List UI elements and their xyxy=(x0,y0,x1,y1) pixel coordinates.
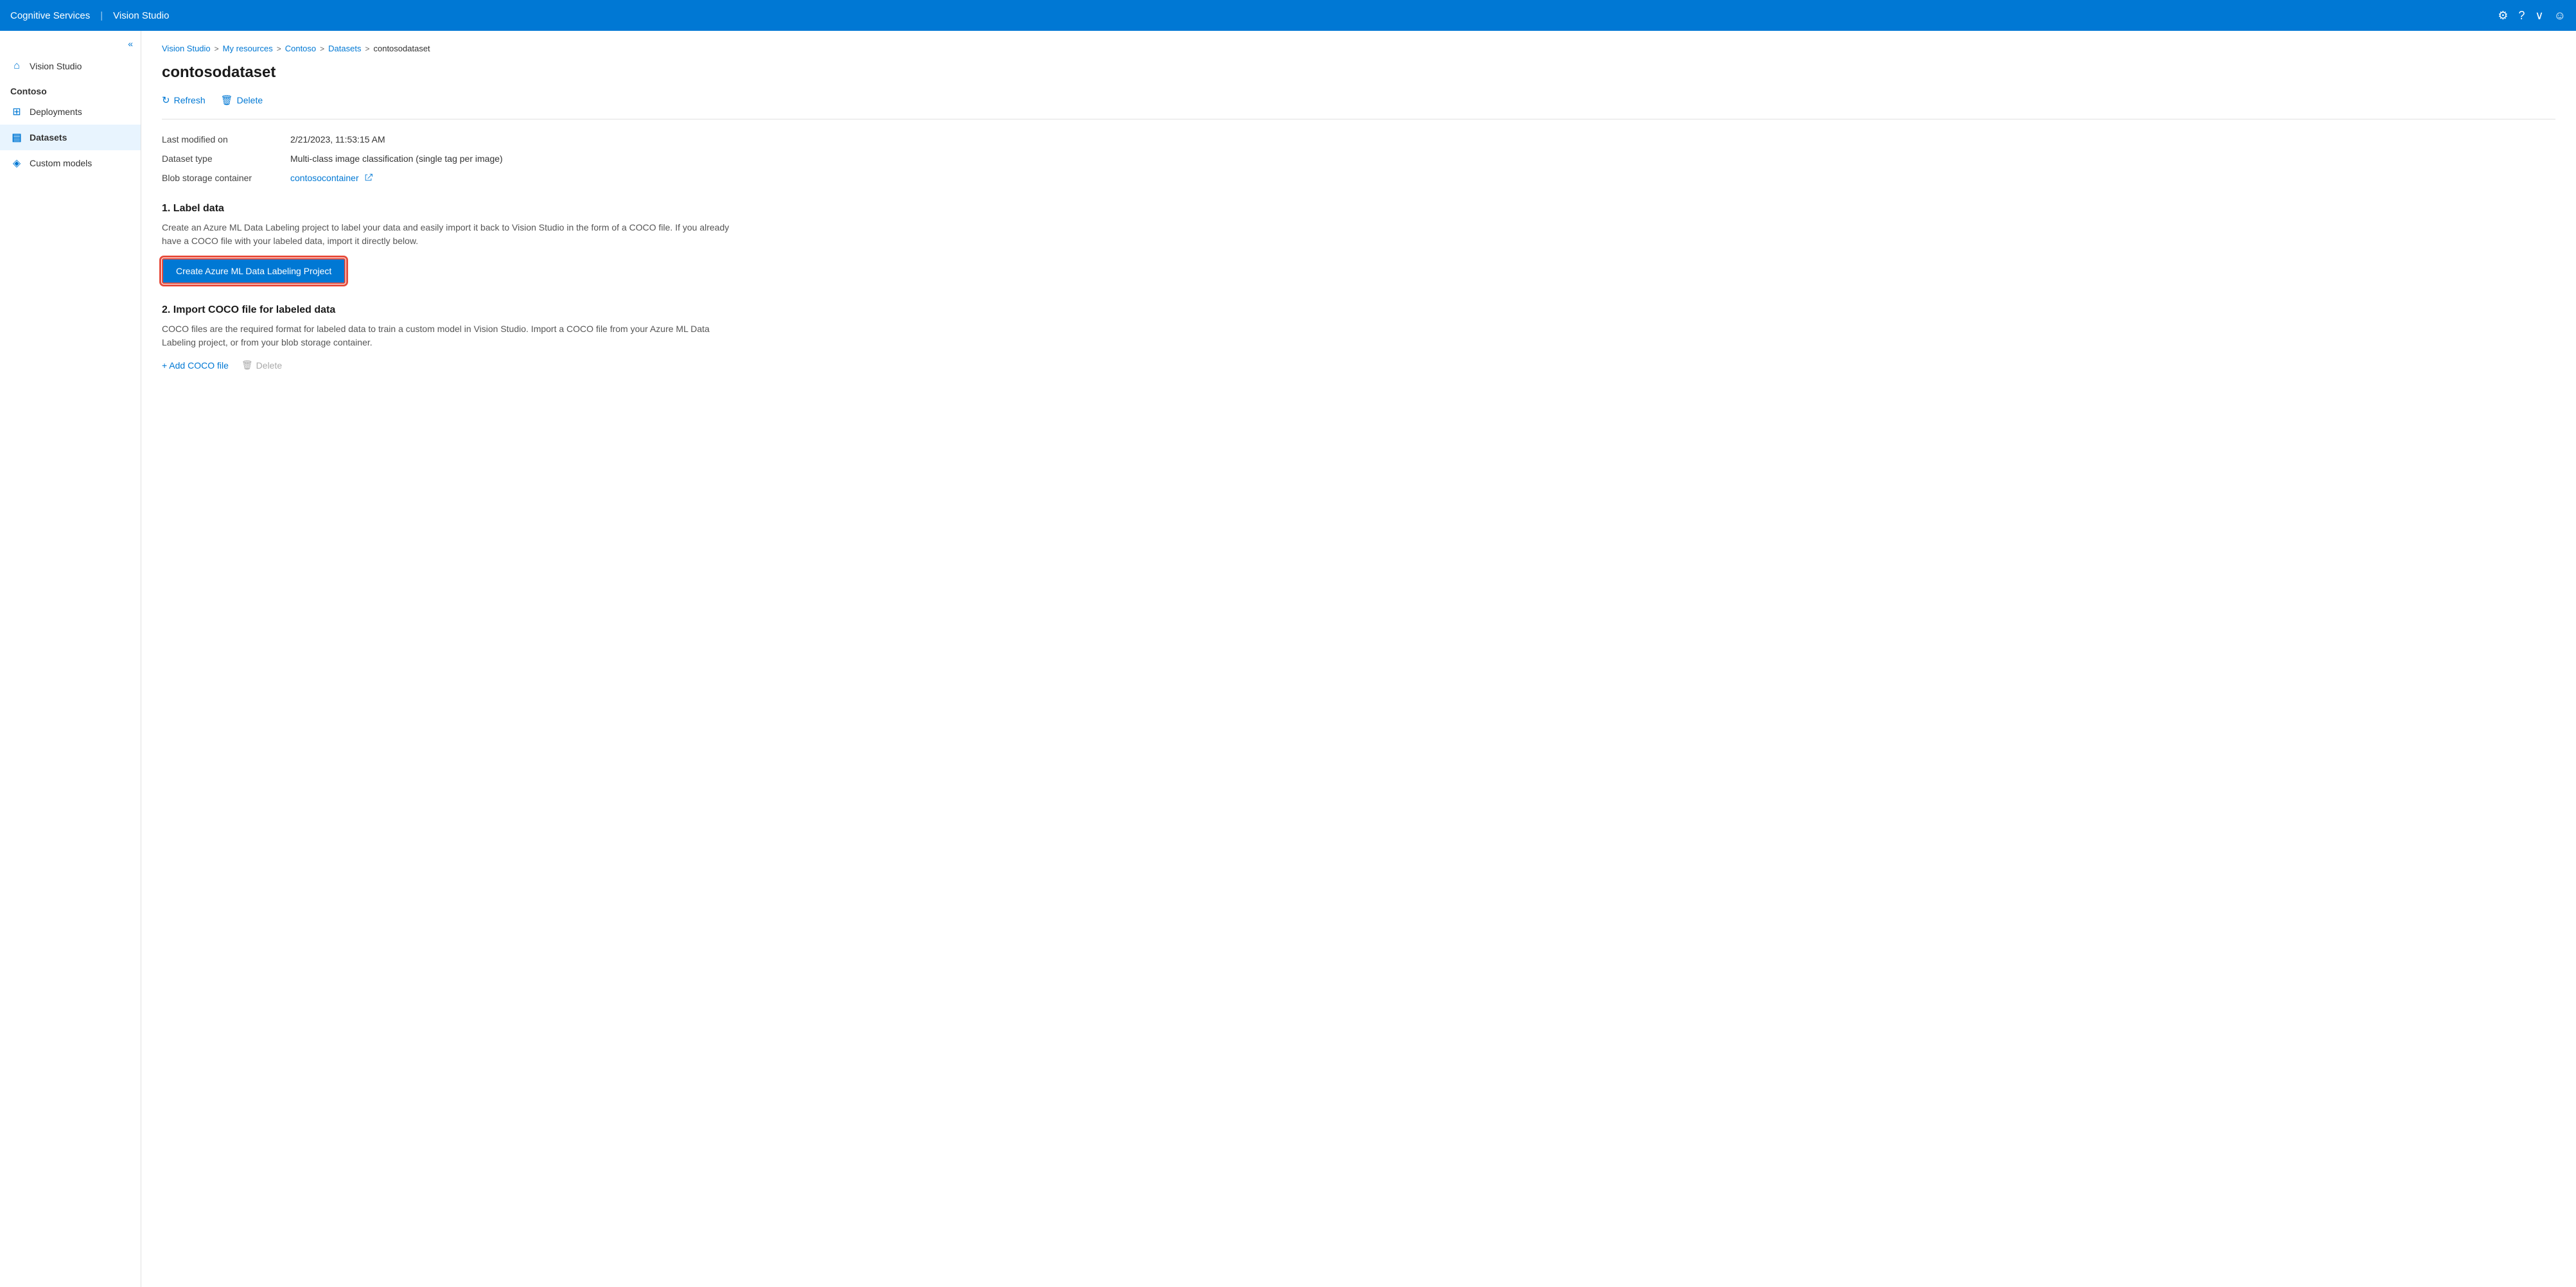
chevron-down-icon[interactable]: ∨ xyxy=(2535,9,2543,22)
breadcrumb-my-resources[interactable]: My resources xyxy=(223,44,273,53)
coco-action-row: + Add COCO file 🗑 Delete xyxy=(162,360,2555,371)
top-bar-actions: ⚙ ? ∨ ☺ xyxy=(2498,9,2566,22)
breadcrumb: Vision Studio > My resources > Contoso >… xyxy=(162,44,2555,53)
info-label-modified: Last modified on xyxy=(162,132,290,146)
add-coco-file-button[interactable]: + Add COCO file xyxy=(162,360,229,371)
user-icon[interactable]: ☺ xyxy=(2554,9,2566,22)
section-number-2: 2. xyxy=(162,304,173,315)
section-number-1: 1. xyxy=(162,203,173,214)
content-area: Vision Studio > My resources > Contoso >… xyxy=(141,31,2576,1287)
section-description-import-coco: COCO files are the required format for l… xyxy=(162,322,740,349)
section-title-import-coco: 2. Import COCO file for labeled data xyxy=(162,304,2555,316)
top-bar: Cognitive Services | Vision Studio ⚙ ? ∨… xyxy=(0,0,2576,31)
sidebar-collapse-button[interactable]: « xyxy=(0,36,141,54)
breadcrumb-sep-1: > xyxy=(215,44,219,53)
main-layout: « ⌂ Vision Studio Contoso ⊞ Deployments … xyxy=(0,31,2576,1287)
sidebar-item-datasets[interactable]: ▤ Datasets xyxy=(0,125,141,150)
delete-button[interactable]: 🗑 Delete xyxy=(221,92,263,109)
help-icon[interactable]: ? xyxy=(2518,9,2525,22)
sidebar-section-contoso: Contoso xyxy=(0,78,141,99)
home-icon: ⌂ xyxy=(10,60,23,72)
breadcrumb-sep-4: > xyxy=(365,44,369,53)
breadcrumb-current: contosodataset xyxy=(373,44,430,53)
title-separator: | xyxy=(100,10,103,21)
sidebar-label-vision-studio: Vision Studio xyxy=(30,61,82,71)
section-import-coco: 2. Import COCO file for labeled data COC… xyxy=(162,304,2555,371)
breadcrumb-vision-studio[interactable]: Vision Studio xyxy=(162,44,211,53)
create-labeling-project-button[interactable]: Create Azure ML Data Labeling Project xyxy=(162,258,346,284)
info-label-dataset-type: Dataset type xyxy=(162,152,290,166)
sidebar-item-deployments[interactable]: ⊞ Deployments xyxy=(0,99,141,125)
sidebar-label-custom-models: Custom models xyxy=(30,158,92,168)
deployments-icon: ⊞ xyxy=(10,105,23,118)
trash-icon-disabled: 🗑 xyxy=(241,360,253,371)
product-name: Vision Studio xyxy=(113,10,169,21)
sidebar-label-datasets: Datasets xyxy=(30,132,67,143)
breadcrumb-sep-2: > xyxy=(277,44,281,53)
sidebar: « ⌂ Vision Studio Contoso ⊞ Deployments … xyxy=(0,31,141,1287)
breadcrumb-sep-3: > xyxy=(320,44,324,53)
external-link-icon[interactable] xyxy=(364,173,373,184)
sidebar-label-deployments: Deployments xyxy=(30,107,82,117)
breadcrumb-datasets[interactable]: Datasets xyxy=(328,44,361,53)
info-value-dataset-type: Multi-class image classification (single… xyxy=(290,152,2555,166)
page-title: contosodataset xyxy=(162,64,2555,82)
section-description-label-data: Create an Azure ML Data Labeling project… xyxy=(162,221,740,248)
coco-delete-button-disabled: 🗑 Delete xyxy=(241,360,282,371)
section-title-label-data: 1. Label data xyxy=(162,203,2555,214)
delete-icon: 🗑 xyxy=(221,94,233,106)
delete-label: Delete xyxy=(237,95,263,105)
sidebar-item-vision-studio[interactable]: ⌂ Vision Studio xyxy=(0,54,141,78)
settings-icon[interactable]: ⚙ xyxy=(2498,9,2508,22)
info-value-blob-container: contosocontainer xyxy=(290,171,2555,185)
app-title-area: Cognitive Services | Vision Studio xyxy=(10,10,169,21)
blob-container-link[interactable]: contosocontainer xyxy=(290,173,359,183)
info-label-blob-container: Blob storage container xyxy=(162,171,290,185)
info-value-modified: 2/21/2023, 11:53:15 AM xyxy=(290,132,2555,146)
refresh-icon: ↻ xyxy=(162,94,170,106)
custom-models-icon: ◈ xyxy=(10,157,23,170)
section-label-data: 1. Label data Create an Azure ML Data La… xyxy=(162,203,2555,284)
info-grid: Last modified on 2/21/2023, 11:53:15 AM … xyxy=(162,132,2555,185)
app-name: Cognitive Services xyxy=(10,10,90,21)
toolbar: ↻ Refresh 🗑 Delete xyxy=(162,92,2555,119)
sidebar-item-custom-models[interactable]: ◈ Custom models xyxy=(0,150,141,176)
breadcrumb-contoso[interactable]: Contoso xyxy=(285,44,316,53)
datasets-icon: ▤ xyxy=(10,131,23,144)
refresh-button[interactable]: ↻ Refresh xyxy=(162,92,206,109)
refresh-label: Refresh xyxy=(174,95,206,105)
